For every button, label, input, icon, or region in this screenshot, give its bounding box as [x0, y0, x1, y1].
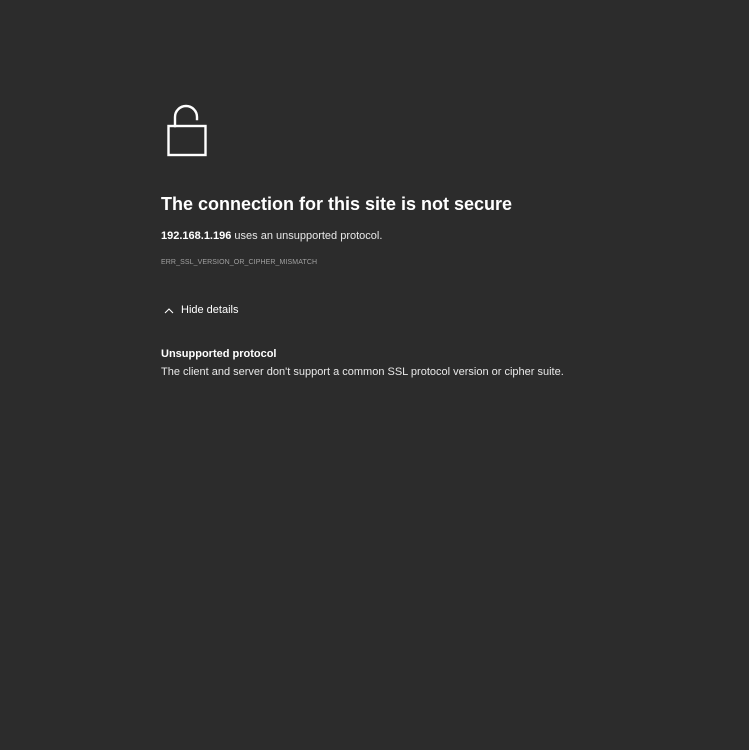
hide-details-label: Hide details [181, 304, 239, 316]
details-heading: Unsupported protocol [161, 347, 277, 360]
hide-details-button[interactable]: Hide details [161, 303, 238, 317]
chevron-up-icon [164, 307, 174, 313]
error-content: The connection for this site is not secu… [161, 102, 721, 379]
page-title: The connection for this site is not secu… [161, 194, 513, 214]
host-message-suffix: uses an unsupported protocol. [231, 230, 383, 242]
host-address: 192.168.1.196 [161, 230, 232, 242]
details-section: Unsupported protocol The client and serv… [161, 347, 721, 379]
host-message: 192.168.1.196 uses an unsupported protoc… [161, 229, 721, 243]
unlocked-padlock-icon [167, 104, 207, 157]
error-page: The connection for this site is not secu… [0, 0, 749, 750]
error-code: ERR_SSL_VERSION_OR_CIPHER_MISMATCH [161, 259, 318, 266]
details-text: The client and server don't support a co… [161, 365, 564, 378]
